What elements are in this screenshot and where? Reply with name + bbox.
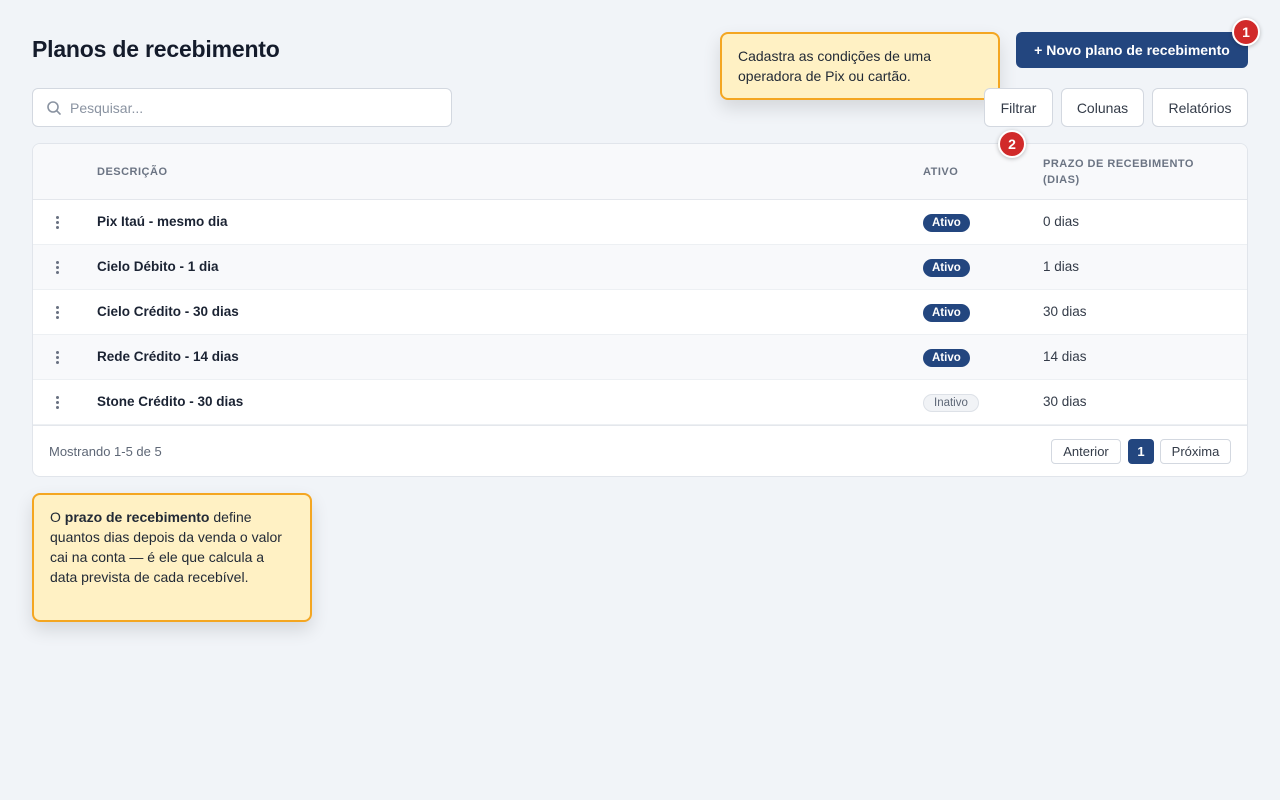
search-box[interactable] <box>32 88 452 127</box>
status-badge: Ativo <box>923 304 970 322</box>
table-header: DESCRIÇÃO ATIVO PRAZO DE RECEBIMENTO (DI… <box>33 144 1247 200</box>
row-term: 0 dias <box>1043 214 1080 229</box>
pagination-summary: Mostrando 1-5 de 5 <box>49 444 162 459</box>
current-page-button[interactable]: 1 <box>1128 439 1154 464</box>
row-term: 1 dias <box>1043 259 1080 274</box>
row-description: Rede Crédito - 14 dias <box>97 349 239 364</box>
columns-button[interactable]: Colunas <box>1061 88 1144 127</box>
new-plan-button[interactable]: + Novo plano de recebimento <box>1016 32 1248 68</box>
status-badge: Ativo <box>923 349 970 367</box>
table-footer: Mostrando 1-5 de 5 Anterior 1 Próxima <box>33 425 1247 476</box>
search-icon <box>47 100 61 115</box>
filter-button[interactable]: Filtrar <box>984 88 1053 127</box>
table-row: Rede Crédito - 14 dias Ativo 14 dias <box>33 335 1247 380</box>
header-term[interactable]: PRAZO DE RECEBIMENTO (DIAS) <box>1043 156 1223 188</box>
search-input[interactable] <box>70 99 440 116</box>
page-title: Planos de recebimento <box>32 36 280 62</box>
row-menu-icon[interactable] <box>49 392 65 412</box>
table-body: Pix Itaú - mesmo dia Ativo 0 dias Cielo … <box>33 200 1247 425</box>
row-term: 30 dias <box>1043 394 1087 409</box>
row-description: Cielo Crédito - 30 dias <box>97 304 239 319</box>
row-menu-icon[interactable] <box>49 212 65 232</box>
row-term: 14 dias <box>1043 349 1087 364</box>
row-menu-icon[interactable] <box>49 347 65 367</box>
tooltip-text-bold: prazo de recebimento <box>64 509 210 525</box>
table-row: Stone Crédito - 30 dias Inativo 30 dias <box>33 380 1247 425</box>
plans-table: DESCRIÇÃO ATIVO PRAZO DE RECEBIMENTO (DI… <box>32 143 1248 477</box>
row-description: Cielo Débito - 1 dia <box>97 259 219 274</box>
row-menu-icon[interactable] <box>49 257 65 277</box>
tooltip-text-prefix: O <box>50 509 65 525</box>
header-description[interactable]: DESCRIÇÃO <box>97 164 168 180</box>
table-row: Cielo Crédito - 30 dias Ativo 30 dias <box>33 290 1247 335</box>
status-badge: Ativo <box>923 259 970 277</box>
reports-button[interactable]: Relatórios <box>1152 88 1248 127</box>
tooltip-term-explanation: O prazo de recebimento define quantos di… <box>32 493 312 622</box>
row-description: Stone Crédito - 30 dias <box>97 394 244 409</box>
row-term: 30 dias <box>1043 304 1087 319</box>
status-badge: Inativo <box>923 394 979 412</box>
row-description: Pix Itaú - mesmo dia <box>97 214 228 229</box>
row-menu-icon[interactable] <box>49 302 65 322</box>
tooltip-new-plan: Cadastra as condições de uma operadora d… <box>720 32 1000 100</box>
table-row: Pix Itaú - mesmo dia Ativo 0 dias <box>33 200 1247 245</box>
table-row: Cielo Débito - 1 dia Ativo 1 dias <box>33 245 1247 290</box>
next-page-button[interactable]: Próxima <box>1160 439 1231 464</box>
header-active[interactable]: ATIVO <box>923 164 958 180</box>
previous-page-button[interactable]: Anterior <box>1051 439 1121 464</box>
step-badge-1: 1 <box>1232 18 1260 46</box>
status-badge: Ativo <box>923 214 970 232</box>
step-badge-2: 2 <box>998 130 1026 158</box>
